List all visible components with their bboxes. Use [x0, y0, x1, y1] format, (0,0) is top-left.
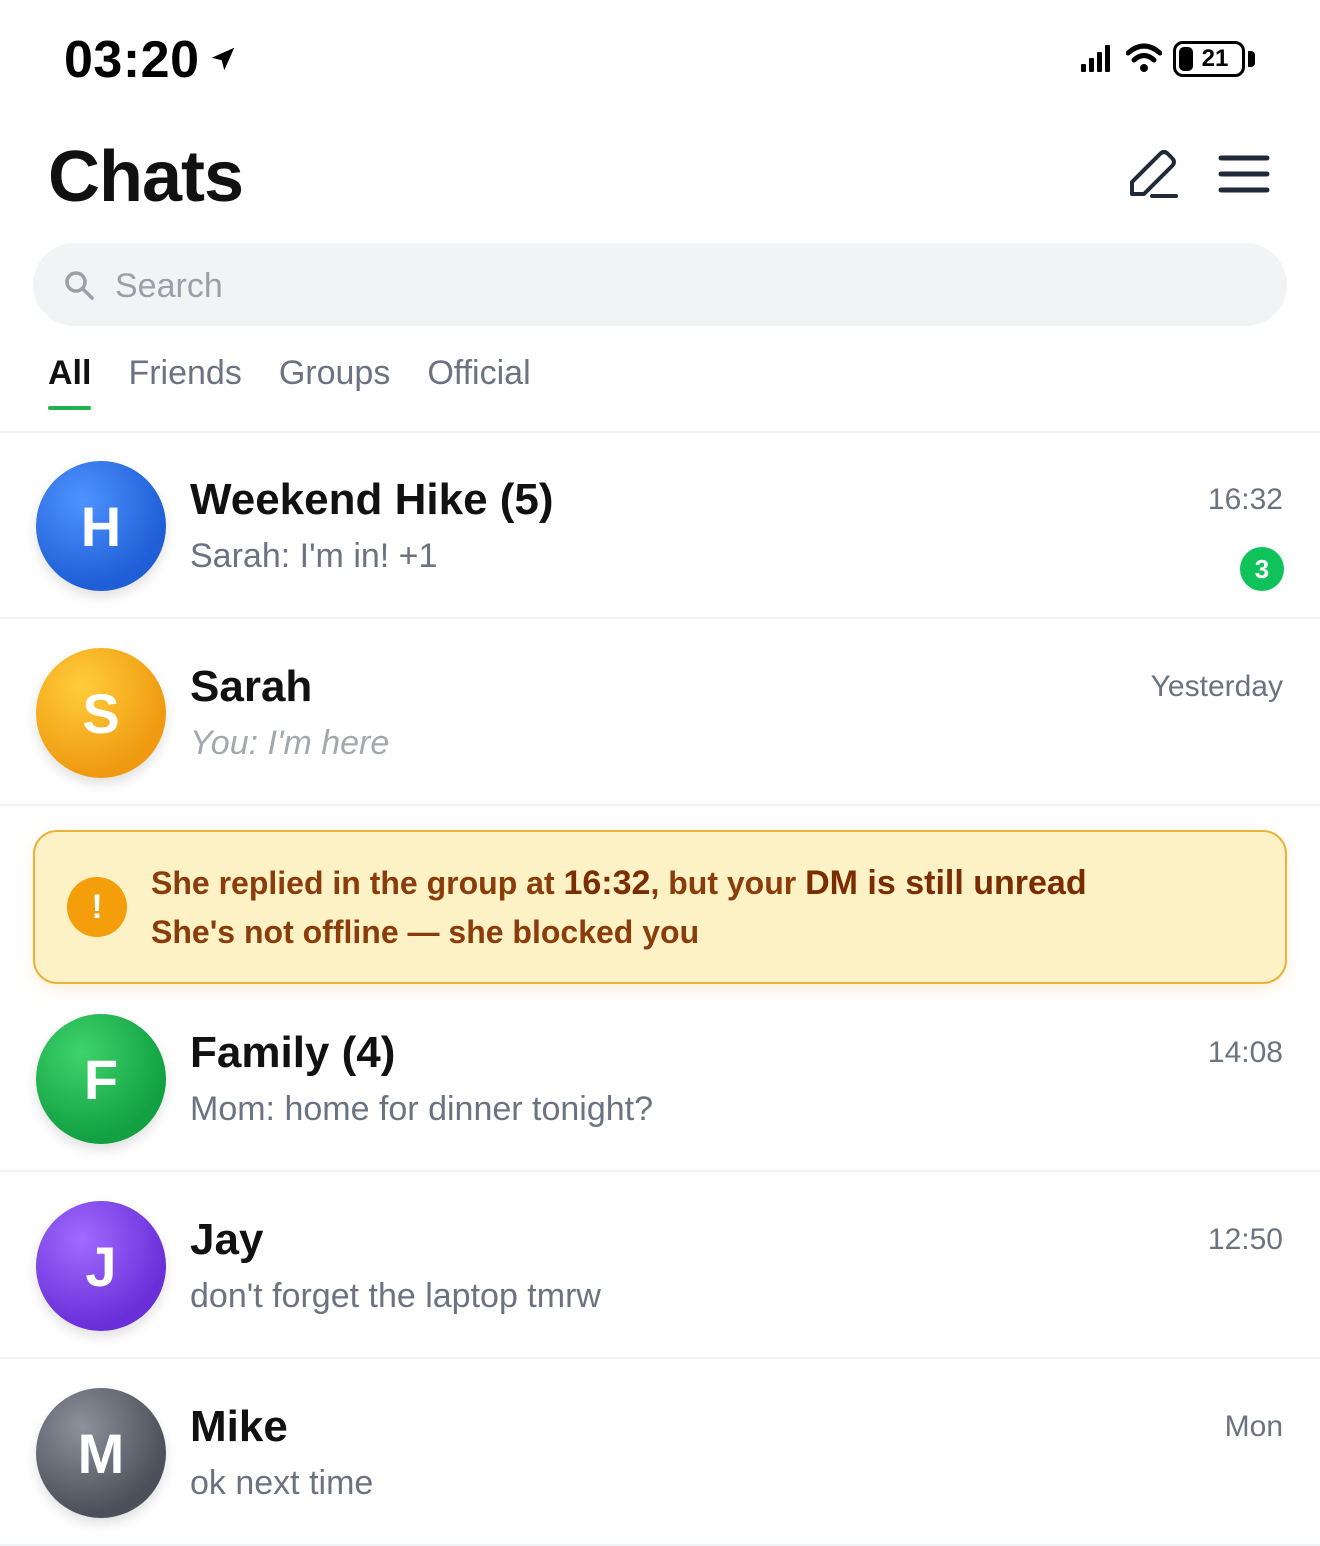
chat-row-weekend-hike[interactable]: H Weekend Hike (5) Sarah: I'm in! +1 16:…	[0, 433, 1320, 619]
tab-official[interactable]: Official	[427, 350, 530, 410]
chat-time: 12:50	[1207, 1223, 1283, 1256]
page-title: Chats	[48, 137, 244, 217]
status-time: 03:20	[64, 31, 200, 89]
chat-preview: ok next time	[190, 1464, 374, 1502]
unread-badge: 3	[1240, 547, 1284, 591]
chat-preview: Mom: home for dinner tonight?	[190, 1090, 654, 1128]
chat-time: Mon	[1224, 1410, 1283, 1443]
chat-name: Sarah	[190, 662, 313, 711]
alert-line-1: She replied in the group at 16:32, but y…	[151, 864, 1087, 903]
alert-time: 16:32	[563, 864, 651, 902]
location-arrow-icon	[211, 47, 235, 71]
chat-name: Jay	[190, 1215, 264, 1264]
cellular-signal-icon	[1081, 45, 1110, 72]
chat-row-family[interactable]: F Family (4) Mom: home for dinner tonigh…	[0, 986, 1320, 1172]
search-bar[interactable]	[33, 243, 1287, 326]
search-icon	[65, 271, 94, 300]
row-divider	[0, 1357, 1320, 1359]
battery-level: 21	[1201, 45, 1229, 72]
alert-text: She replied in the group at	[151, 865, 564, 901]
status-bar: 03:20 21	[0, 0, 1320, 120]
chat-name: Weekend Hike (5)	[190, 475, 554, 524]
wifi-icon	[1126, 43, 1162, 72]
blocked-warning-banner: ! She replied in the group at 16:32, but…	[33, 830, 1287, 984]
alert-text: , but your	[650, 865, 806, 901]
chat-preview: Sarah: I'm in! +1	[190, 537, 438, 575]
chat-name: Mike	[190, 1402, 288, 1451]
row-divider	[0, 1170, 1320, 1172]
hamburger-menu-icon[interactable]	[1218, 150, 1270, 198]
chat-preview: don't forget the laptop tmrw	[190, 1277, 601, 1315]
row-divider	[0, 617, 1320, 619]
chat-preview: You: I'm here	[190, 724, 390, 762]
avatar: F	[36, 1014, 166, 1144]
search-input[interactable]	[113, 261, 1217, 311]
chat-name: Family (4)	[190, 1028, 396, 1077]
alert-line-2: She's not offline — she blocked you	[151, 914, 700, 950]
chat-time: 14:08	[1207, 1036, 1283, 1069]
avatar: J	[36, 1201, 166, 1331]
alert-dm-status: DM is still unread	[805, 864, 1087, 902]
row-divider	[0, 804, 1320, 806]
tab-groups[interactable]: Groups	[279, 350, 391, 410]
battery-cap	[1248, 51, 1255, 67]
chat-row-mike[interactable]: M Mike ok next time Mon	[0, 1360, 1320, 1546]
chat-row-sarah[interactable]: S Sarah You: I'm here Yesterday	[0, 620, 1320, 806]
tab-all[interactable]: All	[48, 350, 92, 410]
filter-tabs: All Friends Groups Official	[48, 350, 568, 410]
chat-time: 16:32	[1207, 483, 1283, 516]
avatar: H	[36, 461, 166, 591]
warning-icon: !	[67, 877, 127, 937]
compose-pencil-icon[interactable]	[1124, 146, 1180, 202]
chat-time: Yesterday	[1150, 670, 1283, 703]
tab-friends[interactable]: Friends	[128, 350, 241, 410]
avatar: M	[36, 1388, 166, 1518]
chat-row-jay[interactable]: J Jay don't forget the laptop tmrw 12:50	[0, 1173, 1320, 1359]
avatar: S	[36, 648, 166, 778]
battery-indicator: 21	[1173, 41, 1245, 77]
